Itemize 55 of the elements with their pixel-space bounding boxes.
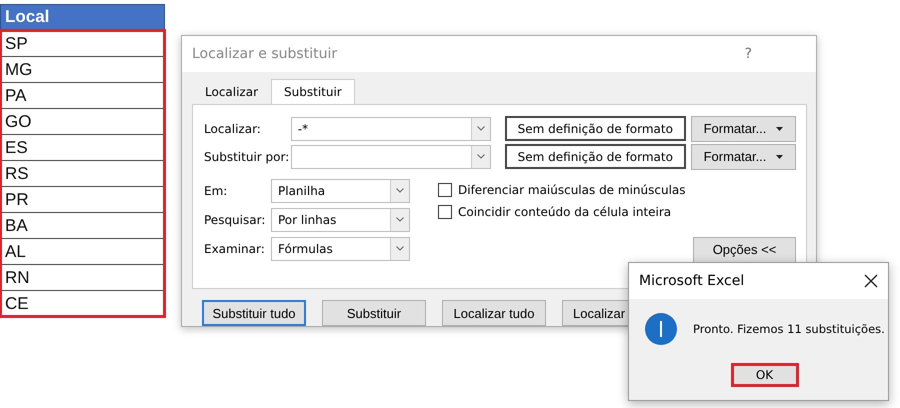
window-title: Localizar e substituir bbox=[192, 46, 338, 62]
close-icon[interactable] bbox=[864, 274, 878, 288]
dropdown-button[interactable] bbox=[470, 118, 490, 140]
dialog-button[interactable]: Substituir tudo bbox=[202, 300, 306, 326]
table-cell: ES bbox=[1, 134, 164, 160]
ok-button[interactable]: OK bbox=[730, 363, 798, 387]
checkbox[interactable] bbox=[438, 182, 452, 197]
window-title: Microsoft Excel bbox=[639, 273, 744, 289]
table-cell: CE bbox=[1, 290, 164, 316]
table-cell: BA bbox=[1, 212, 164, 238]
dropdown-button[interactable] bbox=[390, 208, 409, 231]
chevron-icon bbox=[476, 154, 485, 160]
chevron-icon bbox=[396, 188, 404, 194]
input-field[interactable]: -* bbox=[290, 116, 491, 141]
input-field[interactable] bbox=[290, 144, 491, 169]
message-text: Pronto. Fizemos 11 substituições. bbox=[693, 322, 885, 336]
format-button[interactable]: Formatar... bbox=[691, 116, 796, 142]
tab[interactable]: Substituir bbox=[271, 78, 355, 105]
dropdown[interactable]: Planilha bbox=[271, 178, 410, 203]
dropdown-button[interactable] bbox=[390, 180, 409, 202]
table-cell: PR bbox=[1, 186, 164, 212]
field-label: Examinar: bbox=[204, 242, 266, 256]
table-cell: RS bbox=[1, 160, 164, 186]
field-label: Em: bbox=[204, 184, 228, 198]
format-button[interactable]: Formatar... bbox=[691, 144, 796, 170]
table-cell: AL bbox=[1, 238, 164, 264]
dialog-button[interactable]: Localizar tudo bbox=[442, 300, 546, 326]
format-preview: Sem definição de formato bbox=[504, 116, 686, 142]
caret-icon bbox=[776, 154, 784, 159]
table-cell: GO bbox=[1, 108, 164, 134]
table-cell: RN bbox=[1, 264, 164, 290]
dropdown-button[interactable] bbox=[470, 146, 490, 168]
table-cell: PA bbox=[1, 82, 164, 108]
format-preview: Sem definição de formato bbox=[504, 144, 686, 170]
chevron-icon bbox=[476, 126, 485, 132]
help-button[interactable]: ? bbox=[744, 46, 752, 62]
dropdown[interactable]: Por linhas bbox=[271, 208, 410, 232]
dropdown-button[interactable] bbox=[390, 238, 409, 260]
checkbox[interactable] bbox=[438, 204, 452, 219]
dialog-button[interactable]: Substituir bbox=[322, 300, 426, 326]
tab[interactable]: Localizar bbox=[192, 78, 272, 105]
checkbox-label: Diferenciar maiúsculas de minúsculas bbox=[458, 182, 686, 197]
dropdown[interactable]: Fórmulas bbox=[271, 236, 410, 261]
column-header: Local bbox=[0, 4, 165, 30]
info-icon bbox=[645, 313, 677, 345]
checkbox-label: Coincidir conteúdo da célula inteira bbox=[458, 204, 672, 219]
options-button[interactable]: Opções << bbox=[693, 236, 796, 263]
caret-icon bbox=[776, 126, 784, 131]
field-label: Localizar: bbox=[204, 122, 262, 136]
chevron-icon bbox=[396, 246, 404, 252]
chevron-icon bbox=[396, 217, 404, 222]
field-label: Substituir por: bbox=[204, 150, 290, 164]
table-cell: SP bbox=[1, 30, 164, 56]
table-cell: MG bbox=[1, 56, 164, 82]
field-label: Pesquisar: bbox=[204, 212, 266, 227]
